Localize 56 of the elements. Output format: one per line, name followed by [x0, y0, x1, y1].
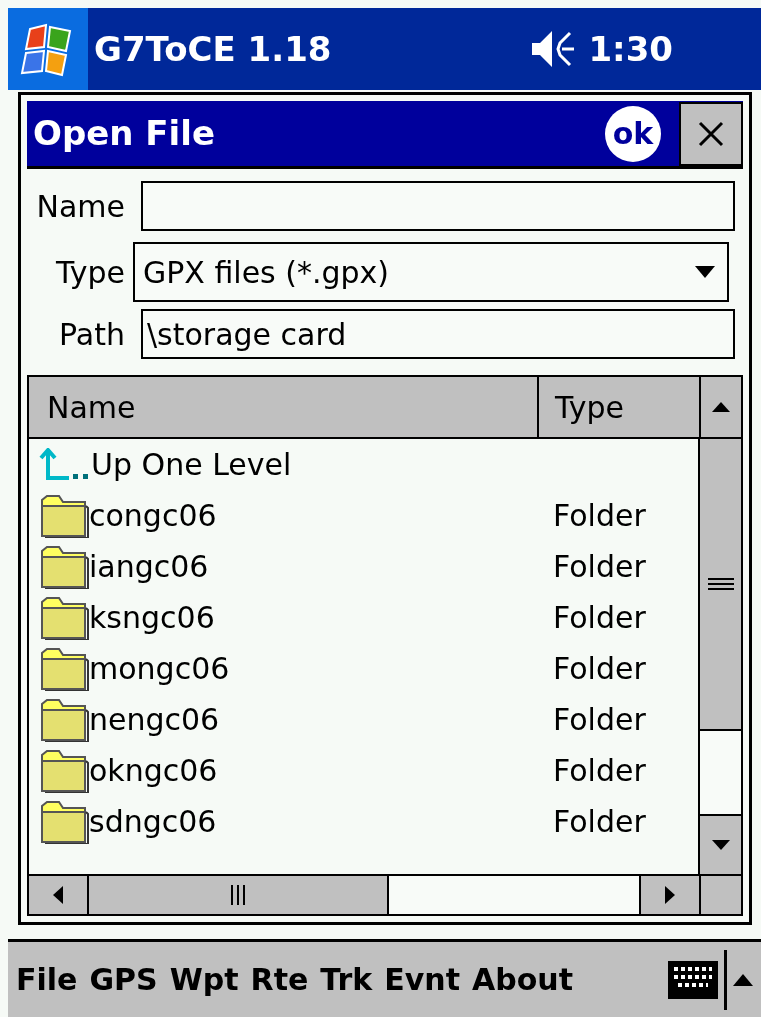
scroll-left-button[interactable]	[29, 876, 89, 914]
scroll-thumb[interactable]	[700, 439, 741, 731]
app-title: G7ToCE 1.18	[94, 27, 333, 71]
field-label: Path	[58, 315, 126, 354]
caret-icon	[695, 266, 715, 278]
speaker-icon	[532, 29, 577, 69]
column-header[interactable]: Name	[29, 377, 539, 437]
grip-icon	[231, 885, 245, 905]
scrollbar-corner	[701, 876, 741, 914]
file-row[interactable]: ksngc06 Folder	[39, 592, 698, 643]
vertical-scrollbar[interactable]	[698, 439, 741, 874]
right-arrow-icon	[665, 886, 675, 904]
up-arrow-icon[interactable]	[733, 973, 753, 986]
menu-item[interactable]: Wpt	[169, 957, 239, 1002]
text-field[interactable]	[141, 181, 735, 231]
up-arrow-icon	[712, 402, 730, 412]
up-level-icon	[39, 447, 91, 482]
scroll-down-button[interactable]	[700, 814, 741, 874]
scroll-up-button[interactable]	[701, 377, 741, 437]
folder-icon	[39, 544, 89, 589]
menu-item[interactable]: Evnt	[384, 957, 460, 1002]
folder-icon	[39, 493, 89, 538]
file-row[interactable]: iangc06 Folder	[39, 541, 698, 592]
menu-item[interactable]: Rte	[250, 957, 309, 1002]
folder-icon	[39, 799, 89, 844]
keyboard-icon[interactable]	[668, 960, 718, 999]
folder-icon	[39, 697, 89, 742]
field-label: Type	[55, 253, 126, 292]
clock-time: 1:30	[588, 27, 673, 71]
down-arrow-icon	[711, 840, 730, 850]
file-row[interactable]: okngc06 Folder	[39, 745, 698, 796]
file-row[interactable]: mongc06 Folder	[39, 643, 698, 694]
menu-item[interactable]: File	[16, 957, 78, 1002]
close-button[interactable]	[679, 101, 743, 166]
column-header[interactable]: Type	[539, 377, 701, 437]
left-arrow-icon	[53, 886, 63, 904]
menu-item[interactable]: Trk	[320, 957, 373, 1002]
file-row[interactable]: nengc06 Folder	[39, 694, 698, 745]
scroll-right-button[interactable]	[639, 876, 701, 914]
file-row[interactable]: sdngc06 Folder	[39, 796, 698, 847]
text-field[interactable]: \storage card	[141, 309, 735, 359]
close-icon	[698, 120, 724, 147]
grip-icon	[707, 578, 734, 590]
menu-item[interactable]: GPS	[89, 957, 158, 1002]
field-label: Name	[35, 187, 126, 226]
file-row[interactable]: Up One Level	[39, 439, 698, 490]
file-row[interactable]: congc06 Folder	[39, 490, 698, 541]
folder-icon	[39, 748, 89, 793]
dialog-title: Open File	[32, 112, 216, 155]
folder-icon	[39, 646, 89, 691]
horizontal-scroll-thumb[interactable]	[89, 876, 389, 914]
menu-item[interactable]: About	[472, 957, 573, 1002]
folder-icon	[39, 595, 89, 640]
start-button[interactable]	[8, 8, 88, 90]
ok-button[interactable]: ok	[605, 105, 661, 162]
type-dropdown[interactable]: GPX files (*.gpx)	[133, 242, 729, 302]
